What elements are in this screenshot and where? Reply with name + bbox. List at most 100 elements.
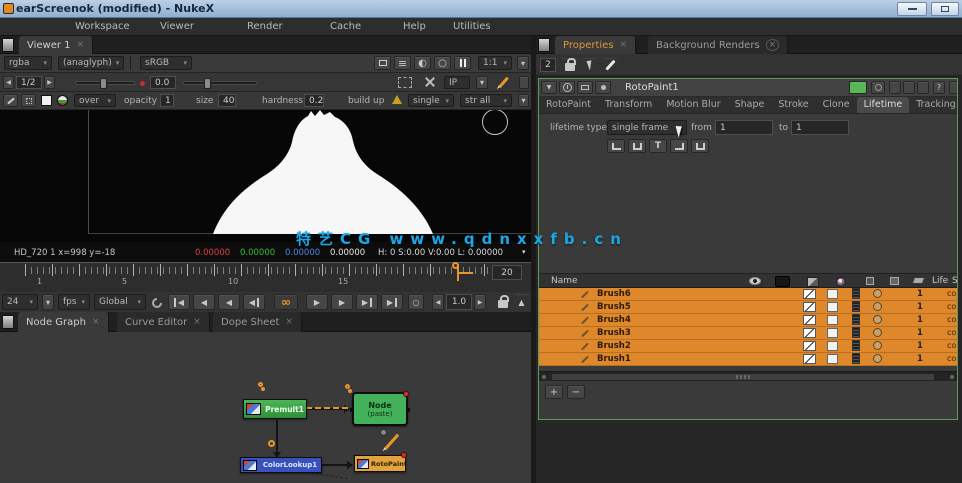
refresh-icon[interactable] [424, 76, 436, 88]
loop-mode-button[interactable]: ∞ [274, 294, 298, 310]
close-icon[interactable]: × [92, 317, 100, 327]
edit-icon[interactable] [602, 58, 618, 72]
blend-mode-select[interactable]: over ▾ [74, 94, 116, 107]
blend-chip[interactable] [852, 314, 860, 325]
blend-chip[interactable] [852, 288, 860, 299]
stroke-row-brush2[interactable]: Brush2 1 color [539, 340, 957, 353]
stroke-row-brush4[interactable]: Brush4 1 color [539, 314, 957, 327]
paint-overflow-button[interactable]: ▾ [518, 94, 529, 107]
help-button[interactable]: ? [933, 81, 945, 94]
overlay-chip[interactable] [873, 315, 882, 324]
menu-help[interactable]: Help [403, 21, 426, 32]
increment-button[interactable]: ▶ [474, 294, 486, 310]
pause-icon[interactable] [454, 56, 471, 70]
roi-icon[interactable]: ○ [434, 56, 451, 70]
dot-node[interactable] [268, 440, 275, 447]
tab-stroke[interactable]: Stroke [771, 97, 815, 113]
tab-clone[interactable]: Clone [816, 97, 857, 113]
from-field[interactable]: 1 [715, 120, 773, 135]
title-bar[interactable]: earScreenok (modified) - NukeX [0, 0, 962, 18]
color-wheel-swatch[interactable] [57, 95, 68, 106]
lock-panels-icon[interactable] [562, 58, 578, 72]
tab-transform[interactable]: Transform [598, 97, 659, 113]
tab-tracking[interactable]: Tracking [909, 97, 957, 113]
brush-tool-icon[interactable] [3, 94, 18, 107]
ip-menu-button[interactable]: ▾ [476, 76, 488, 89]
roi-marquee-icon[interactable] [398, 77, 412, 88]
frame-range-select[interactable]: Global ▾ [94, 294, 146, 310]
input-process-button[interactable]: IP [444, 76, 470, 89]
invert-column-icon[interactable] [911, 277, 926, 284]
node-colorlookup[interactable]: ColorLookup1 [240, 457, 322, 473]
tool-presets-icon[interactable] [21, 94, 36, 107]
playhead-knob-icon[interactable] [452, 262, 459, 269]
tab-properties[interactable]: Properties × [555, 36, 637, 54]
node-graph[interactable]: Premult1 Node (paste) ColorLookup1 RotoP… [0, 332, 531, 483]
buffer-select[interactable]: (anaglyph) ▾ [58, 56, 124, 70]
menu-cache[interactable]: Cache [330, 21, 361, 32]
lifetime-range-button[interactable] [691, 139, 709, 153]
life-column-header[interactable]: Life [932, 276, 948, 286]
fps-units-select[interactable]: fps ▾ [58, 294, 90, 310]
blend-chip[interactable] [852, 340, 860, 351]
frame-increment-field[interactable]: 1.0 [446, 294, 472, 310]
gamma-field[interactable]: 0.0 [150, 76, 176, 89]
node-note[interactable]: Node (paste) [350, 391, 410, 426]
stroke-mode-select[interactable]: str all ▾ [460, 94, 512, 107]
stroke-row-brush1[interactable]: Brush1 1 color [539, 353, 957, 366]
pane-menu-button[interactable] [2, 38, 14, 52]
tab-lifetime[interactable]: Lifetime [856, 97, 910, 113]
panel-menu-icon[interactable]: ▼ [541, 81, 557, 94]
lock-range-icon[interactable] [498, 295, 509, 308]
pane-divider[interactable] [531, 36, 536, 483]
gain-field[interactable]: 1/2 [16, 76, 42, 89]
blend-chip[interactable] [852, 301, 860, 312]
overlay-chip[interactable] [873, 341, 882, 350]
next-keyframe-button[interactable]: ▶ [356, 294, 378, 310]
node-premult[interactable]: Premult1 [243, 399, 307, 419]
remove-stroke-button[interactable]: − [567, 385, 585, 399]
tab-motion-blur[interactable]: Motion Blur [659, 97, 727, 113]
toolbar-overflow-button[interactable]: ▾ [517, 56, 529, 70]
header-button[interactable] [917, 81, 929, 94]
blend-chip[interactable] [852, 327, 860, 338]
node-name-field[interactable]: RotoPaint1 [625, 82, 679, 93]
center-icon[interactable] [577, 81, 593, 94]
close-panel-button[interactable] [949, 81, 957, 94]
paint-mode-icon[interactable] [498, 76, 509, 89]
overlay-chip[interactable] [873, 328, 882, 337]
color-chip[interactable] [803, 328, 816, 338]
name-column-header[interactable]: Name [551, 276, 578, 286]
stop-button[interactable]: ○ [408, 294, 424, 310]
stroke-row-brush3[interactable]: Brush3 1 color [539, 327, 957, 340]
node-rotopaint[interactable]: RotoPaint1 [354, 452, 407, 472]
color-chip[interactable] [803, 354, 816, 364]
close-icon[interactable]: × [765, 39, 780, 51]
gain-prev-icon[interactable]: ◀ [3, 76, 14, 89]
layer-select[interactable]: rgba ▾ [4, 56, 52, 70]
postage-stamp-icon[interactable] [871, 81, 885, 94]
pane-menu-button[interactable] [538, 38, 550, 52]
to-field[interactable]: 1 [791, 120, 849, 135]
color-chip[interactable] [803, 302, 816, 312]
gain-slider-knob[interactable] [100, 78, 107, 89]
menu-viewer[interactable]: Viewer [160, 21, 194, 32]
edge-button[interactable] [519, 76, 529, 89]
play-forward-button[interactable]: ▶ [306, 294, 328, 310]
lifetime-to-start-button[interactable] [628, 139, 646, 153]
lifetime-all-button[interactable] [607, 139, 625, 153]
tab-curve-editor[interactable]: Curve Editor × [117, 312, 210, 332]
fps-menu-button[interactable]: ▾ [42, 294, 54, 310]
menu-utilities[interactable]: Utilities [453, 21, 491, 32]
timeline[interactable]: 1 5 10 15 20 [0, 262, 531, 292]
end-frame-field[interactable]: 20 [492, 265, 522, 280]
gain-indicator-icon[interactable] [140, 81, 145, 86]
goto-start-button[interactable]: ◀ [168, 294, 190, 310]
close-icon[interactable]: × [193, 317, 201, 327]
blend-chip[interactable] [852, 353, 860, 364]
color-chip[interactable] [803, 341, 816, 351]
gamma-slider-knob[interactable] [204, 78, 211, 89]
checkbox[interactable] [827, 354, 838, 364]
lifetime-to-end-button[interactable] [670, 139, 688, 153]
overlay-column-icon[interactable] [836, 277, 846, 287]
